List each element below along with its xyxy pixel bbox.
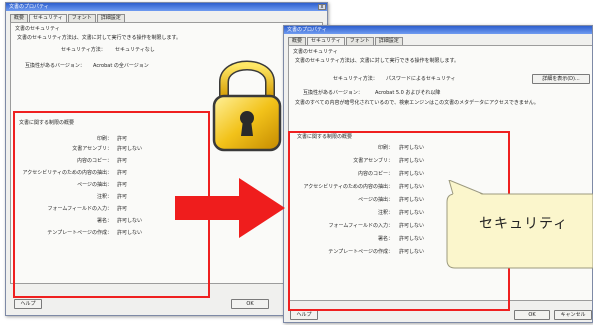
left-close-icon[interactable]: x [318, 4, 326, 10]
right-tabs: 概要 セキュリティ フォント 詳細設定 [288, 37, 404, 45]
right-compat-label: 互換性があるバージョン： [303, 90, 363, 96]
callout-text: セキュリティ [479, 216, 569, 232]
padlock-icon [210, 52, 284, 156]
left-tab-summary[interactable]: 概要 [10, 14, 29, 22]
left-help-button[interactable]: ヘルプ [14, 299, 42, 309]
left-compat-value: Acrobat の全バージョン [93, 63, 149, 69]
right-encryption-notice: 文書のすべての内容が暗号化されているので、検索エンジンはこの文書のメタデータにア… [295, 100, 539, 106]
right-tab-summary[interactable]: 概要 [288, 37, 307, 45]
left-section-title: 文書のセキュリティ [15, 26, 60, 32]
right-section-title: 文書のセキュリティ [293, 49, 338, 55]
left-security-desc: 文書のセキュリティ方法は、文書に対して実行できる操作を制限します。 [17, 35, 181, 41]
details-button[interactable]: 詳細を表示(D)... [532, 74, 590, 84]
left-dialog-title: 文書のプロパティ [9, 4, 49, 10]
left-method-value: セキュリティなし [115, 47, 155, 53]
right-help-button[interactable]: ヘルプ [290, 310, 318, 320]
right-ok-button[interactable]: OK [514, 310, 550, 320]
right-method-label: セキュリティ方法： [333, 76, 378, 82]
right-tab-security[interactable]: セキュリティ [307, 37, 345, 45]
left-method-label: セキュリティ方法： [61, 47, 106, 53]
left-tab-fonts[interactable]: フォント [67, 14, 96, 22]
right-security-desc: 文書のセキュリティ方法は、文書に対して実行できる操作を制限します。 [295, 58, 459, 64]
left-tab-security[interactable]: セキュリティ [29, 14, 67, 22]
right-dialog-titlebar: 文書のプロパティ [284, 26, 592, 34]
left-dialog-titlebar: 文書のプロパティ x [6, 3, 327, 11]
right-cancel-button[interactable]: キャンセル [554, 310, 592, 320]
left-compat-label: 互換性があるバージョン： [25, 63, 85, 69]
left-tab-advanced[interactable]: 詳細設定 [96, 14, 125, 22]
right-compat-value: Acrobat 5.0 およびそれ以降 [375, 90, 441, 96]
right-dialog-title: 文書のプロパティ [287, 27, 327, 33]
right-arrow-icon [175, 178, 287, 240]
right-method-value: パスワードによるセキュリティ [386, 76, 456, 82]
right-tab-fonts[interactable]: フォント [345, 37, 374, 45]
callout-bubble: セキュリティ [443, 180, 593, 272]
left-ok-button[interactable]: OK [231, 299, 269, 309]
right-tab-advanced[interactable]: 詳細設定 [374, 37, 403, 45]
left-tabs: 概要 セキュリティ フォント 詳細設定 [10, 14, 126, 22]
